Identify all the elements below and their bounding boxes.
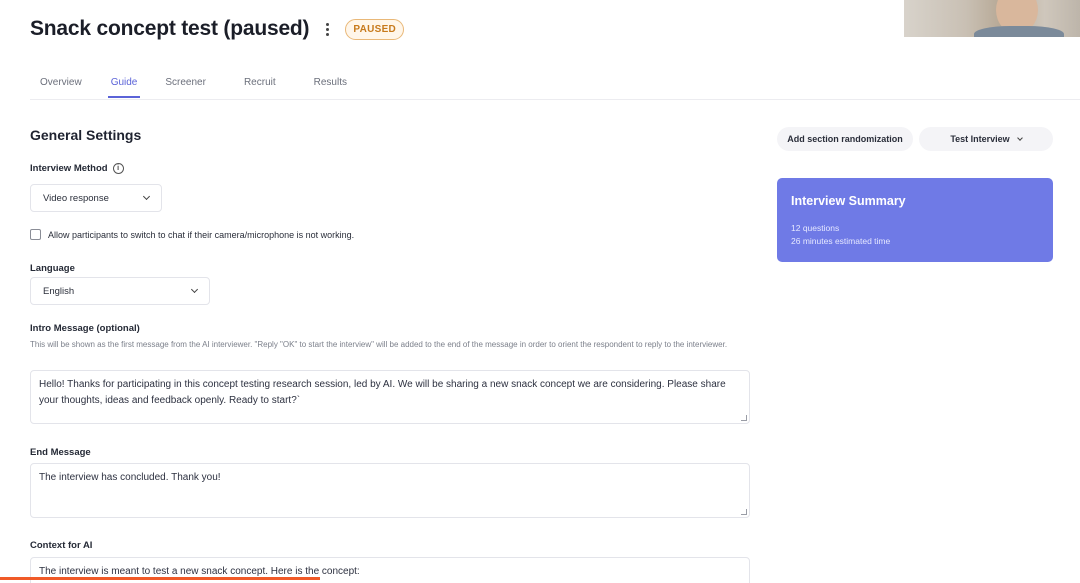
intro-message-text: Hello! Thanks for participating in this … [39, 379, 726, 406]
end-message-textarea[interactable]: The interview has concluded. Thank you! [30, 463, 750, 518]
section-title: General Settings [30, 127, 142, 143]
end-message-text: The interview has concluded. Thank you! [39, 472, 221, 483]
context-for-ai-label: Context for AI [30, 540, 92, 551]
info-icon[interactable]: i [112, 163, 124, 174]
tab-screener[interactable]: Screener [165, 70, 206, 98]
tab-bar: Overview Guide Screener Recruit Results [30, 70, 1080, 100]
language-label: Language [30, 263, 75, 274]
app-page: Snack concept test (paused) PAUSED Overv… [0, 0, 1080, 583]
end-message-label-text: End Message [30, 447, 91, 458]
add-section-randomization-label: Add section randomization [787, 134, 903, 144]
intro-message-help: This will be shown as the first message … [30, 340, 728, 349]
chevron-down-icon [1016, 134, 1023, 141]
language-value: English [43, 285, 75, 297]
intro-message-label-text: Intro Message (optional) [30, 323, 140, 334]
allow-chat-label: Allow participants to switch to chat if … [48, 229, 355, 240]
summary-questions: 12 questions [791, 223, 840, 233]
interview-method-label-text: Interview Method [30, 163, 108, 174]
test-interview-label: Test Interview [950, 134, 1010, 144]
end-message-label: End Message [30, 447, 91, 458]
interview-method-value: Video response [43, 192, 109, 204]
context-for-ai-label-text: Context for AI [30, 540, 93, 551]
tab-recruit[interactable]: Recruit [244, 70, 276, 98]
intro-message-label: Intro Message (optional) [30, 323, 140, 334]
tab-results[interactable]: Results [314, 70, 347, 98]
resize-handle-icon[interactable] [741, 415, 747, 421]
allow-chat-checkbox[interactable] [30, 229, 41, 240]
interview-method-label: Interview Method i [30, 163, 124, 174]
chevron-down-icon [190, 285, 199, 294]
test-interview-button[interactable]: Test Interview [919, 127, 1053, 151]
highlight-underline [0, 577, 320, 580]
webcam-shirt [974, 26, 1064, 37]
resize-handle-icon[interactable] [741, 509, 747, 515]
more-options-icon[interactable] [319, 18, 335, 40]
page-title: Snack concept test (paused) [30, 17, 310, 40]
tab-overview[interactable]: Overview [40, 70, 82, 98]
language-select[interactable]: English [30, 277, 210, 305]
summary-estimated-time: 26 minutes estimated time [791, 236, 891, 246]
language-label-text: Language [30, 263, 75, 274]
status-badge: PAUSED [345, 18, 405, 40]
page-header: Snack concept test (paused) PAUSED [30, 14, 405, 44]
allow-chat-row: Allow participants to switch to chat if … [30, 229, 354, 240]
chevron-down-icon [142, 192, 151, 201]
summary-title: Interview Summary [791, 194, 906, 208]
context-for-ai-text: The interview is meant to test a new sna… [39, 566, 360, 577]
intro-message-textarea[interactable]: Hello! Thanks for participating in this … [30, 370, 750, 424]
webcam-overlay [904, 0, 1080, 37]
interview-summary-card: Interview Summary 12 questions 26 minute… [777, 178, 1053, 262]
interview-method-select[interactable]: Video response [30, 184, 162, 212]
tab-guide[interactable]: Guide [107, 70, 141, 98]
add-section-randomization-button[interactable]: Add section randomization [777, 127, 913, 151]
